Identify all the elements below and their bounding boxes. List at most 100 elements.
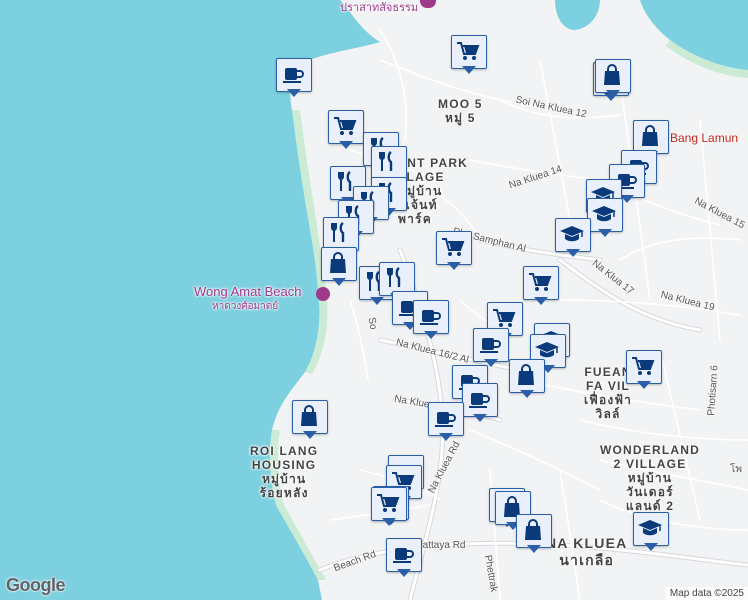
school-icon (560, 226, 584, 242)
google-logo[interactable]: Google (6, 575, 66, 596)
marker-tip (606, 90, 620, 98)
wong-amat-beach-label[interactable]: Wong Amat Beach (194, 284, 301, 299)
poi-marker-cafe[interactable] (462, 383, 498, 423)
poi-marker-bag[interactable] (292, 400, 328, 440)
poi-marker-cart[interactable] (626, 350, 662, 390)
school-icon (592, 206, 616, 222)
marker-tip (339, 141, 353, 149)
bag-icon (604, 64, 620, 85)
marker-tip (439, 433, 453, 441)
poi-marker-cafe[interactable] (413, 300, 449, 340)
marker-tip (637, 381, 651, 389)
moo5-area-label: MOO 5 หมู่ 5 (438, 97, 483, 125)
poi-marker-school[interactable] (633, 512, 669, 552)
na-kluea-area-label: NA KLUEA นาเกลือ (546, 535, 627, 569)
cart-icon (377, 494, 400, 512)
bang-lamung-label[interactable]: Bang Lamun (670, 131, 738, 145)
cafe-icon (420, 310, 441, 325)
poi-marker-cart[interactable] (523, 266, 559, 306)
roi-lang-thai-1: หมู่บ้าน (261, 472, 307, 486)
marker-tip (527, 545, 541, 553)
cafe-icon (480, 338, 501, 353)
cart-icon (632, 357, 655, 375)
wonderland-thai-2: วันเดอร์ (626, 485, 674, 499)
cart-icon (334, 117, 357, 135)
marker-tip (382, 518, 396, 526)
poi-marker-bag[interactable] (595, 59, 631, 99)
cafe-icon (283, 68, 304, 83)
marker-tip (520, 390, 534, 398)
bag-icon (642, 125, 658, 146)
poi-marker-cart[interactable] (328, 110, 364, 150)
marker-tip (447, 262, 461, 270)
poi-marker-cart[interactable] (451, 35, 487, 75)
roi-lang-housing-area-label: ROI LANG HOUSING หมู่บ้าน ร้อยหลัง (250, 444, 318, 500)
poi-marker-bag[interactable] (516, 514, 552, 554)
poi-marker-cafe[interactable] (428, 402, 464, 442)
poi-marker-school[interactable] (555, 218, 591, 258)
marker-tip (424, 331, 438, 339)
restaurant-icon (379, 151, 393, 171)
regent-park-english-1: ENT PARK (398, 156, 469, 170)
roi-lang-english-2: HOUSING (251, 458, 317, 472)
marker-tip (332, 278, 346, 286)
wonderland-english-2: 2 VILLAGE (613, 457, 687, 471)
na-kluea-thai: นาเกลือ (559, 552, 615, 568)
cafe-icon (435, 412, 456, 427)
marker-tip (534, 297, 548, 305)
poi-marker-school[interactable] (587, 198, 623, 238)
fuean-fa-villa-area-label: FUEAN FA VIL เฟื่องฟ้า วิลล์ (584, 365, 632, 421)
fuean-fa-english-2: FA VIL (586, 379, 631, 393)
wonderland-thai-3: แลนด์ 2 (625, 499, 675, 513)
regent-park-thai-3: พาร์ค (398, 212, 432, 226)
bag-icon (330, 252, 346, 273)
poi-marker-cafe[interactable] (386, 538, 422, 578)
wonderland-village-area-label: WONDERLAND 2 VILLAGE หมู่บ้าน วันเดอร์ แ… (600, 443, 700, 513)
poi-marker-bag[interactable] (321, 247, 357, 287)
marker-tip (566, 249, 580, 257)
restaurant-icon (387, 267, 401, 287)
na-kluea-english: NA KLUEA (546, 535, 628, 551)
cafe-icon (469, 393, 490, 408)
school-icon (638, 520, 662, 536)
soi-label: So (365, 316, 379, 331)
poi-marker-cafe[interactable] (276, 58, 312, 98)
regent-park-thai-1: หมู่บ้าน (398, 184, 443, 198)
sanctuary-of-truth-label[interactable]: ปราสาทสัจธรรม (340, 0, 418, 16)
restaurant-icon (331, 222, 345, 242)
marker-tip (397, 569, 411, 577)
cart-icon (442, 238, 465, 256)
poi-marker-cafe[interactable] (473, 328, 509, 368)
poi-marker-bag[interactable] (509, 359, 545, 399)
fuean-fa-thai-1: เฟื่องฟ้า (584, 393, 633, 407)
roi-lang-english-1: ROI LANG (250, 444, 319, 458)
edge-street-label: โพ (730, 464, 742, 475)
marker-tip (644, 543, 658, 551)
bag-icon (518, 364, 534, 385)
cafe-icon (393, 548, 414, 563)
bag-icon (525, 519, 541, 540)
marker-tip (303, 431, 317, 439)
poi-marker-cart[interactable] (371, 487, 407, 527)
bag-icon (301, 405, 317, 426)
marker-tip (462, 66, 476, 74)
regent-park-area-label: ENT PARK LLAGE หมู่บ้าน รีเจ้นท์ พาร์ค (398, 156, 468, 226)
beach-icon[interactable] (316, 287, 330, 301)
wonderland-thai-1: หมู่บ้าน (627, 471, 673, 485)
marker-tip (598, 229, 612, 237)
poi-marker-cart[interactable] (436, 231, 472, 271)
marker-tip (287, 89, 301, 97)
wong-amat-beach-thai-label[interactable]: หาดวงศ์อมาตย์ (212, 299, 278, 314)
wonderland-english-1: WONDERLAND (600, 443, 700, 457)
cart-icon (529, 273, 552, 291)
map-attribution[interactable]: Map data ©2025 (665, 587, 748, 600)
cart-icon (457, 42, 480, 60)
regent-park-thai-2: รีเจ้นท์ (398, 198, 438, 212)
regent-park-english-2: LLAGE (398, 170, 445, 184)
fuean-fa-thai-2: วิลล์ (595, 407, 621, 421)
moo5-english: MOO 5 (438, 97, 483, 111)
roi-lang-thai-2: ร้อยหลัง (259, 486, 309, 500)
marker-tip (473, 414, 487, 422)
moo5-thai: หมู่ 5 (445, 111, 476, 125)
fuean-fa-english-1: FUEAN (584, 365, 632, 379)
